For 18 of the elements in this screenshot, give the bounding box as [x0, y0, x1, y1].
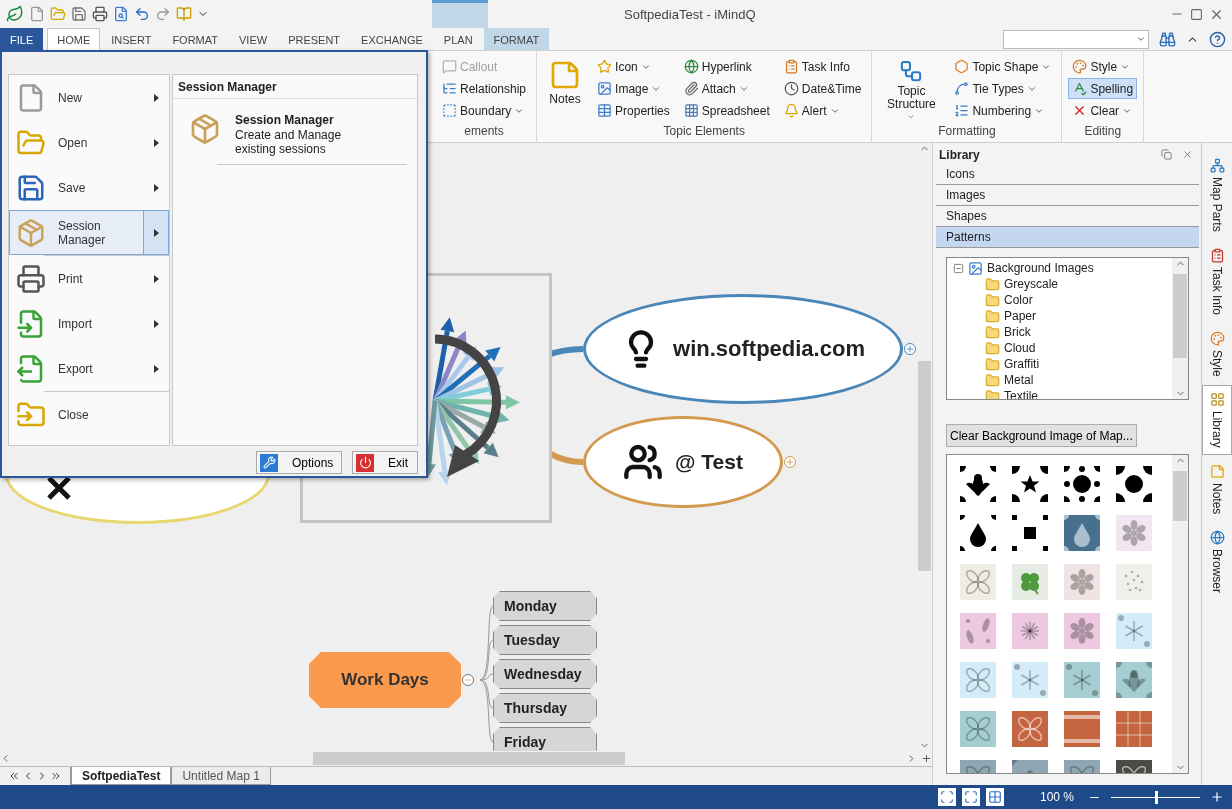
- topic-label: Friday: [504, 734, 546, 750]
- group-label: Topic Elements: [662, 124, 746, 140]
- topic-label: win.softpedia.com: [673, 336, 865, 362]
- group-label: Formatting: [937, 124, 997, 140]
- window-title: SoftpediaTest - iMindQ: [624, 5, 756, 24]
- panel-title: Session Manager: [173, 75, 417, 99]
- topic-label: Tuesday: [504, 632, 560, 648]
- topic-label: Thursday: [504, 700, 567, 716]
- entry-title: Session Manager: [235, 113, 335, 127]
- topic-label: Wednesday: [504, 666, 582, 682]
- topic-label: Monday: [504, 598, 557, 614]
- panel-title: Library: [939, 147, 981, 162]
- entry-description: Create and Manage existing sessions: [235, 128, 343, 156]
- topic-label: Work Days: [341, 670, 429, 690]
- zoom-level: 100 %: [1039, 790, 1074, 804]
- group-label: Editing: [1083, 124, 1123, 140]
- group-label: ements: [463, 124, 505, 140]
- topic-label: @ Test: [675, 450, 743, 474]
